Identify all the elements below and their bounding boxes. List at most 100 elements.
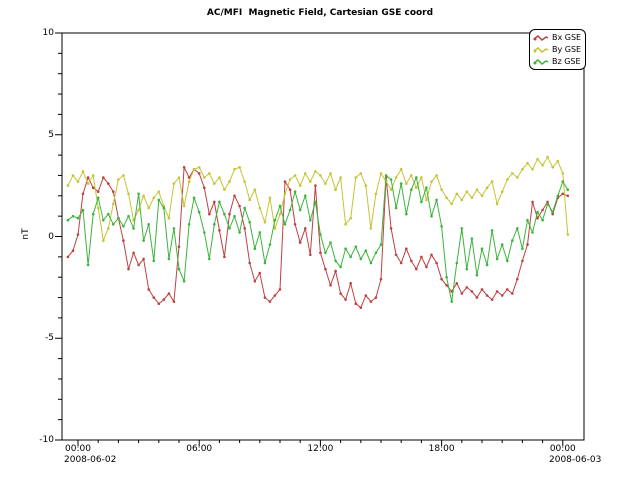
data-point — [410, 174, 413, 177]
data-point — [375, 252, 378, 255]
data-point — [193, 197, 196, 200]
data-point — [173, 227, 176, 230]
data-point — [112, 190, 115, 193]
data-point — [405, 247, 408, 250]
data-point — [349, 217, 352, 220]
data-point — [501, 294, 504, 297]
data-point — [314, 184, 317, 187]
data-point — [147, 207, 150, 210]
data-point — [122, 174, 125, 177]
data-point — [410, 188, 413, 191]
data-point — [259, 272, 262, 275]
legend-label: Bz GSE — [552, 57, 581, 66]
data-point — [557, 195, 560, 198]
data-point — [97, 197, 100, 200]
data-point — [208, 213, 211, 216]
data-point — [213, 182, 216, 185]
data-point — [289, 188, 292, 191]
data-point — [466, 268, 469, 271]
data-point — [370, 227, 373, 230]
data-point — [218, 176, 221, 179]
data-point — [269, 197, 272, 200]
data-point — [92, 213, 95, 216]
data-point — [461, 292, 464, 295]
data-point — [269, 243, 272, 246]
data-point — [344, 223, 347, 226]
data-point — [163, 207, 166, 210]
legend-item-by-gse: By GSE — [533, 43, 581, 55]
data-point — [526, 162, 529, 165]
data-point — [284, 193, 287, 196]
data-point — [456, 193, 459, 196]
data-point — [158, 199, 161, 202]
legend-line-marker-icon — [533, 57, 549, 66]
data-point — [163, 298, 166, 301]
data-point — [541, 219, 544, 222]
data-point — [562, 172, 565, 175]
data-point — [173, 300, 176, 303]
chart-title: AC/MFI Magnetic Field, Cartesian GSE coo… — [0, 8, 640, 18]
data-point — [435, 199, 438, 202]
data-point — [203, 231, 206, 234]
data-point — [334, 270, 337, 273]
data-point — [551, 166, 554, 169]
data-point — [102, 176, 105, 179]
data-point — [72, 174, 75, 177]
data-point — [466, 190, 469, 193]
data-point — [526, 219, 529, 222]
x-tick-label: 00:00 — [58, 444, 98, 454]
data-point — [122, 225, 125, 228]
data-point — [132, 227, 135, 230]
data-point — [314, 170, 317, 173]
data-point — [158, 302, 161, 305]
data-point — [355, 245, 358, 248]
data-point — [415, 268, 418, 271]
data-point — [183, 280, 186, 283]
data-point — [147, 288, 150, 291]
data-point — [284, 223, 287, 226]
data-point — [385, 174, 388, 177]
data-point — [102, 219, 105, 222]
data-point — [400, 182, 403, 185]
data-point — [339, 292, 342, 295]
legend-label: By GSE — [552, 45, 581, 54]
data-point — [294, 174, 297, 177]
data-point — [309, 219, 312, 222]
data-point — [254, 188, 257, 191]
data-point — [334, 260, 337, 263]
data-point — [178, 176, 181, 179]
data-point — [339, 176, 342, 179]
data-point — [531, 168, 534, 171]
data-point — [360, 172, 363, 175]
data-point — [395, 254, 398, 257]
data-point — [541, 164, 544, 167]
data-point — [400, 262, 403, 265]
data-point — [259, 231, 262, 234]
data-point — [375, 193, 378, 196]
data-point — [440, 188, 443, 191]
data-point — [112, 223, 115, 226]
data-point — [279, 213, 282, 216]
data-point — [420, 256, 423, 259]
data-point — [289, 178, 292, 181]
data-point — [541, 209, 544, 212]
data-point — [67, 184, 70, 187]
data-point — [82, 170, 85, 173]
data-point — [77, 180, 80, 183]
data-point — [476, 296, 479, 299]
data-point — [299, 184, 302, 187]
data-point — [198, 172, 201, 175]
data-point — [567, 195, 570, 198]
data-point — [238, 231, 241, 234]
data-point — [476, 274, 479, 277]
data-point — [309, 254, 312, 257]
data-point — [117, 178, 120, 181]
data-point — [137, 209, 140, 212]
plot-area — [0, 0, 640, 480]
data-point — [536, 211, 539, 214]
data-point — [92, 174, 95, 177]
data-point — [344, 247, 347, 250]
data-point — [521, 168, 524, 171]
data-point — [137, 193, 140, 196]
data-point — [461, 227, 464, 230]
